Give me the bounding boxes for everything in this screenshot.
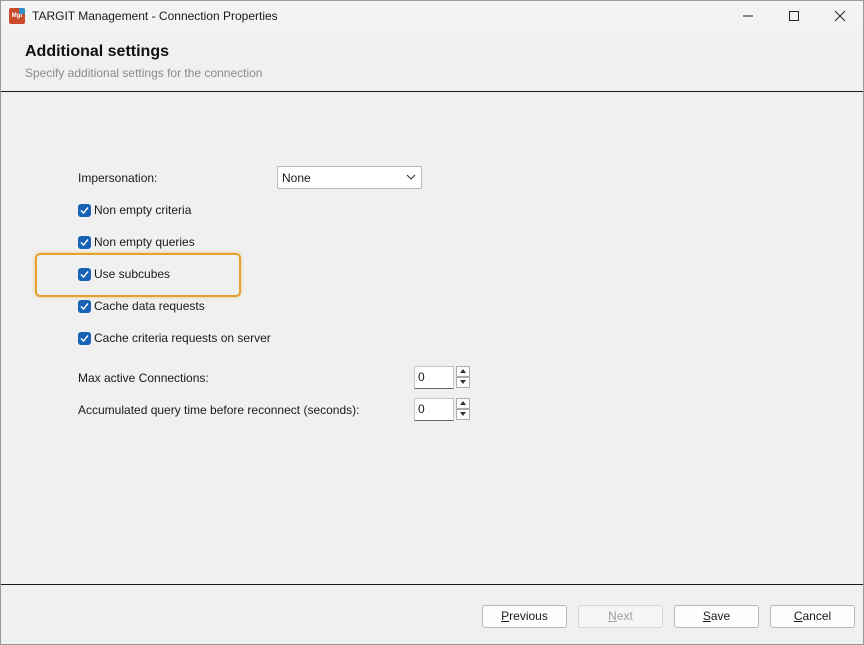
non-empty-queries-checkbox[interactable] bbox=[78, 236, 91, 249]
impersonation-selected-value: None bbox=[282, 171, 311, 185]
accumulated-time-label: Accumulated query time before reconnect … bbox=[78, 403, 360, 417]
maximize-button[interactable] bbox=[771, 1, 817, 31]
max-connections-stepper[interactable]: 0 bbox=[414, 366, 470, 389]
save-button[interactable]: Save bbox=[674, 605, 759, 628]
max-connections-value: 0 bbox=[418, 370, 425, 384]
non-empty-criteria-checkbox[interactable] bbox=[78, 204, 91, 217]
arrow-up-icon bbox=[460, 401, 466, 405]
save-mnemonic: S bbox=[702, 609, 711, 623]
cache-criteria-requests-checkbox[interactable] bbox=[78, 332, 91, 345]
footer-divider bbox=[1, 584, 863, 585]
accumulated-time-stepper[interactable]: 0 bbox=[414, 398, 470, 421]
accumulated-time-value: 0 bbox=[418, 402, 425, 416]
minimize-button[interactable] bbox=[725, 1, 771, 31]
save-label: ave bbox=[710, 609, 731, 623]
previous-mnemonic: P bbox=[501, 609, 510, 623]
cancel-button[interactable]: Cancel bbox=[770, 605, 855, 628]
cache-criteria-requests-label: Cache criteria requests on server bbox=[94, 331, 271, 345]
page-title: Additional settings bbox=[25, 43, 169, 60]
next-button[interactable]: Next bbox=[578, 605, 663, 628]
use-subcubes-checkbox[interactable] bbox=[78, 268, 91, 281]
connection-properties-window: Mgt TARGIT Management - Connection Prope… bbox=[0, 0, 864, 645]
non-empty-queries-label: Non empty queries bbox=[94, 235, 195, 249]
impersonation-label: Impersonation: bbox=[78, 171, 158, 185]
page-subtitle: Specify additional settings for the conn… bbox=[25, 66, 263, 80]
checkmark-icon bbox=[80, 239, 89, 247]
accumulated-time-decrement-button[interactable] bbox=[456, 409, 470, 420]
chevron-down-icon bbox=[406, 174, 416, 180]
close-icon bbox=[834, 10, 846, 22]
app-icon-corner bbox=[19, 8, 25, 14]
checkmark-icon bbox=[80, 335, 89, 343]
accumulated-time-input[interactable]: 0 bbox=[414, 398, 454, 421]
impersonation-dropdown[interactable]: None bbox=[277, 166, 422, 189]
wizard-header: Additional settings Specify additional s… bbox=[1, 31, 863, 92]
next-label: ext bbox=[616, 609, 633, 623]
max-connections-input[interactable]: 0 bbox=[414, 366, 454, 389]
targit-app-icon: Mgt bbox=[9, 8, 25, 24]
max-connections-decrement-button[interactable] bbox=[456, 377, 470, 388]
window-title: TARGIT Management - Connection Propertie… bbox=[32, 9, 278, 23]
close-button[interactable] bbox=[817, 1, 863, 31]
arrow-up-icon bbox=[460, 369, 466, 373]
checkmark-icon bbox=[80, 271, 89, 279]
arrow-down-icon bbox=[460, 412, 466, 416]
previous-label: revious bbox=[509, 609, 548, 623]
arrow-down-icon bbox=[460, 380, 466, 384]
max-connections-label: Max active Connections: bbox=[78, 371, 209, 385]
cache-data-requests-label: Cache data requests bbox=[94, 299, 205, 313]
maximize-icon bbox=[789, 11, 799, 21]
use-subcubes-label: Use subcubes bbox=[94, 267, 171, 281]
max-connections-increment-button[interactable] bbox=[456, 366, 470, 377]
non-empty-criteria-label: Non empty criteria bbox=[94, 203, 192, 217]
checkmark-icon bbox=[80, 303, 89, 311]
cancel-label: ancel bbox=[802, 609, 832, 623]
minimize-icon bbox=[743, 15, 753, 17]
checkmark-icon bbox=[80, 207, 89, 215]
next-mnemonic: N bbox=[608, 609, 617, 623]
previous-button[interactable]: Previous bbox=[482, 605, 567, 628]
title-bar[interactable]: Mgt TARGIT Management - Connection Prope… bbox=[1, 1, 863, 31]
cache-data-requests-checkbox[interactable] bbox=[78, 300, 91, 313]
accumulated-time-increment-button[interactable] bbox=[456, 398, 470, 409]
